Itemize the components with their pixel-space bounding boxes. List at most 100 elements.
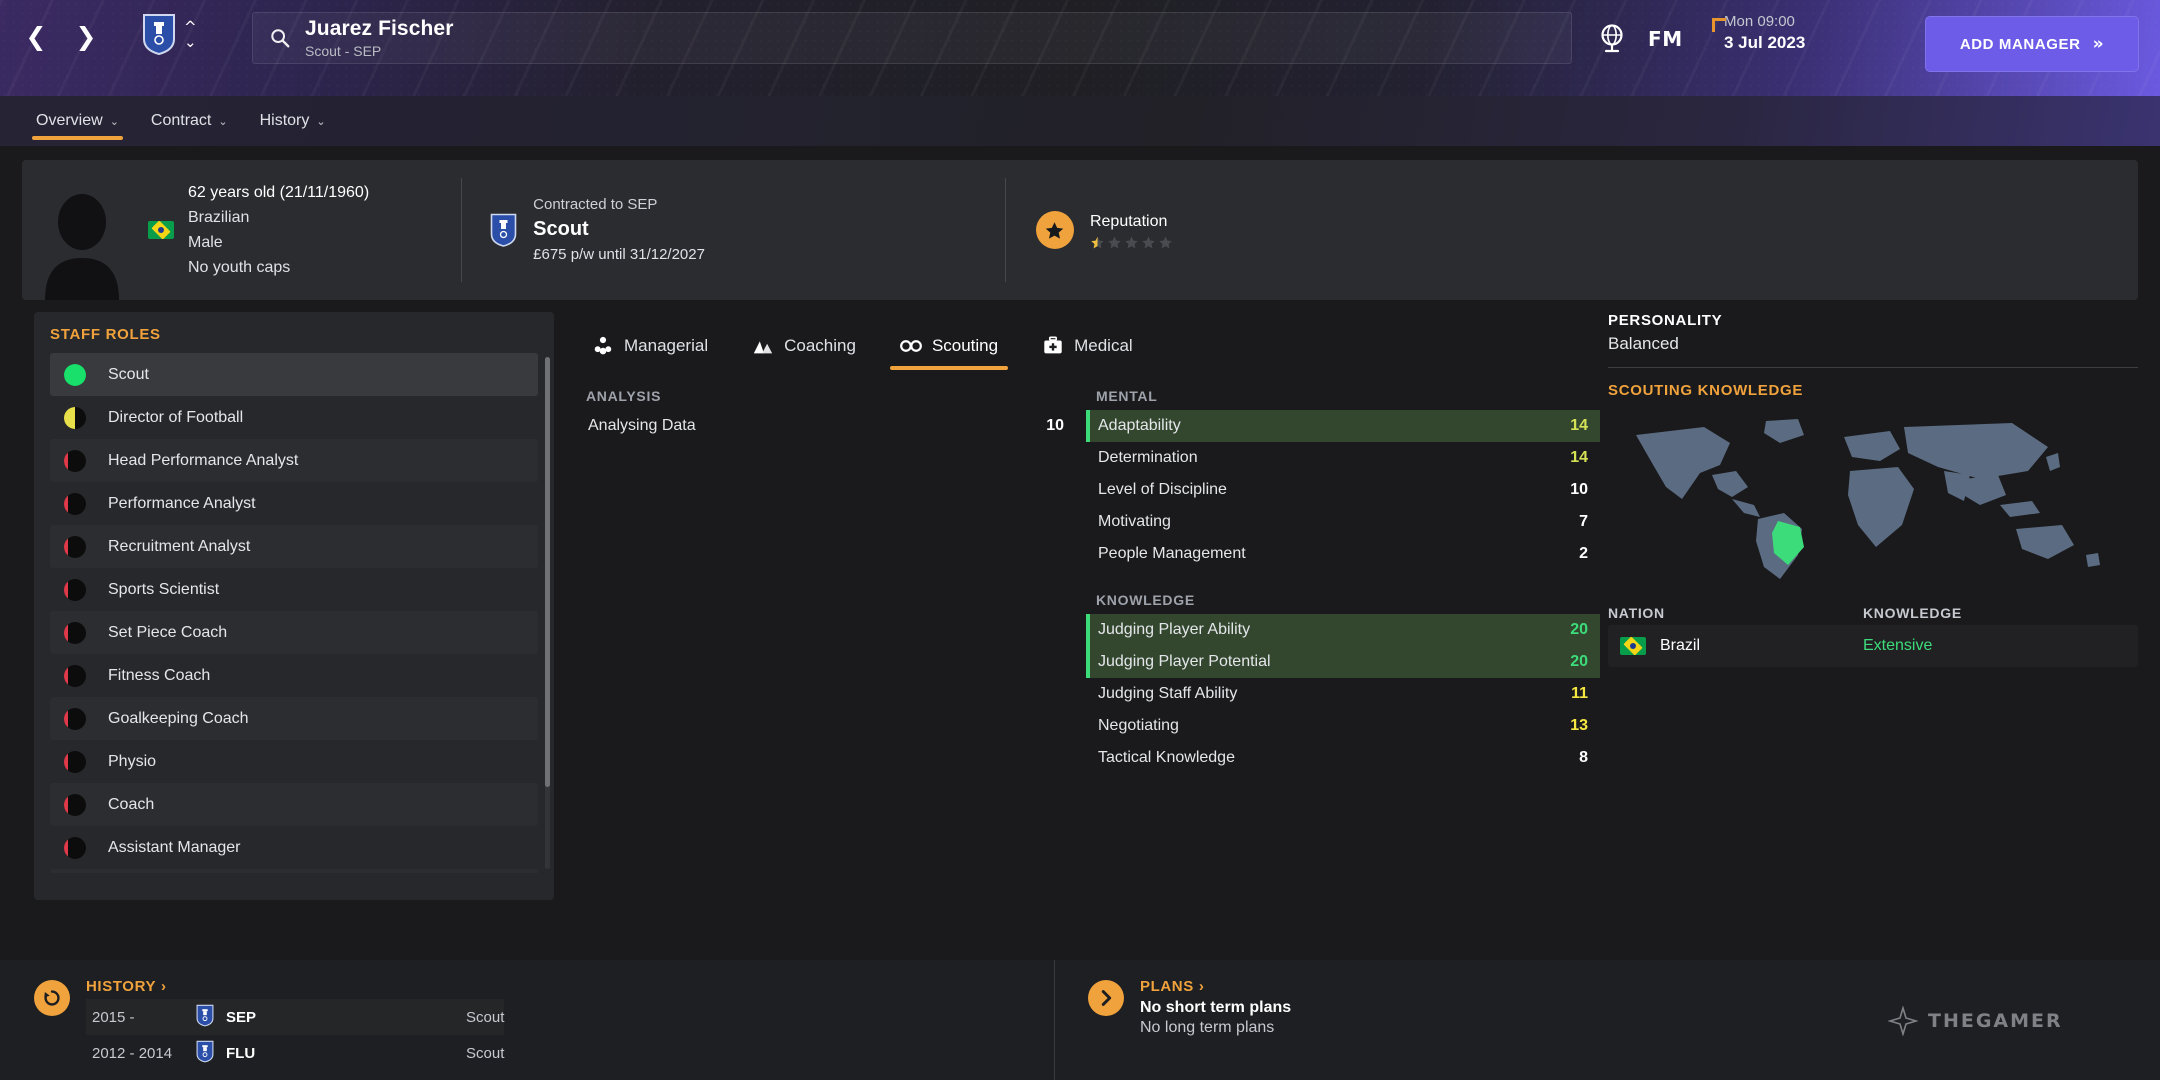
game-date: Mon 09:00 3 Jul 2023	[1710, 12, 1805, 54]
tab-managerial[interactable]: Managerial	[570, 322, 730, 370]
chevron-down-icon[interactable]: ⌄	[184, 34, 197, 49]
attribute-name: Negotiating	[1098, 717, 1179, 734]
profile-summary-bar: 62 years old (21/11/1960) Brazilian Male…	[22, 160, 2138, 300]
staff-role-item-set-piece-coach[interactable]: Set Piece Coach	[50, 611, 538, 654]
reputation-star	[1142, 236, 1155, 248]
scrollbar-thumb[interactable]	[545, 357, 550, 787]
role-suitability-indicator	[64, 621, 86, 644]
attribute-row[interactable]: Level of Discipline 10	[1086, 474, 1600, 506]
brazil-flag-icon	[1620, 637, 1646, 655]
tab-coaching[interactable]: Coaching	[730, 322, 878, 370]
person-subtitle: Scout - SEP	[305, 42, 382, 59]
attribute-row[interactable]: Motivating 7	[1086, 506, 1600, 538]
personality-and-scouting-panel: PERSONALITY Balanced SCOUTING KNOWLEDGE	[1608, 312, 2138, 667]
staff-role-item-performance-analyst[interactable]: Performance Analyst	[50, 482, 538, 525]
history-title[interactable]: HISTORY ›	[86, 978, 504, 995]
attribute-row[interactable]: Adaptability 14	[1086, 410, 1600, 442]
staff-role-label: Scout	[108, 365, 149, 383]
role-suitability-indicator	[64, 363, 86, 386]
staff-role-item-scout[interactable]: Scout	[50, 353, 538, 396]
add-manager-button[interactable]: ADD MANAGER »	[1925, 16, 2139, 72]
staff-role-item-fitness-coach[interactable]: Fitness Coach	[50, 654, 538, 697]
age-line: 62 years old (21/11/1960)	[188, 184, 370, 201]
staff-role-label: Performance Analyst	[108, 494, 256, 512]
tab-contract[interactable]: Contract ⌄	[137, 96, 242, 146]
chevron-down-icon: ⌄	[218, 114, 228, 128]
attribute-value: 11	[1571, 685, 1588, 702]
attribute-row[interactable]: Tactical Knowledge 8	[1086, 742, 1600, 774]
date-corner-marker	[1712, 18, 1726, 32]
attribute-value: 7	[1579, 513, 1588, 530]
attribute-group-header: KNOWLEDGE	[1096, 592, 1195, 608]
staff-role-label: Assistant Manager	[108, 838, 241, 856]
role-suitability-indicator	[64, 578, 86, 601]
staff-roles-header: STAFF ROLES	[50, 326, 161, 343]
staff-role-label: Goalkeeping Coach	[108, 709, 249, 727]
managerial-icon	[594, 336, 612, 355]
caps-line: No youth caps	[188, 259, 291, 276]
forward-button[interactable]: ❯	[64, 14, 108, 58]
chevron-down-icon: ⌄	[316, 114, 326, 128]
person-name: Juarez Fischer	[305, 16, 454, 40]
nation-name: Brazil	[1660, 637, 1701, 654]
game-day: 3 Jul 2023	[1724, 33, 1806, 52]
back-button[interactable]: ❮	[14, 14, 58, 58]
attribute-row[interactable]: People Management 2	[1086, 538, 1600, 570]
staff-role-item-assistant-manager[interactable]: Assistant Manager	[50, 826, 538, 869]
attribute-row[interactable]: Judging Staff Ability 11	[1086, 678, 1600, 710]
attribute-row[interactable]: Judging Player Ability 20	[1086, 614, 1600, 646]
scrollbar-track[interactable]	[545, 357, 550, 869]
staff-role-item-manager[interactable]: Manager	[50, 869, 538, 873]
tab-history[interactable]: History ⌄	[246, 96, 340, 146]
staff-role-item-director-of-football[interactable]: Director of Football	[50, 396, 538, 439]
contracted-to: Contracted to SEP	[533, 196, 658, 213]
staff-roles-list: Scout Director of Football Head Performanc…	[34, 353, 554, 873]
club-spinner[interactable]: ^ ⌄	[184, 12, 197, 56]
staff-role-item-goalkeeping-coach[interactable]: Goalkeeping Coach	[50, 697, 538, 740]
divider	[1608, 367, 2138, 368]
attribute-value: 14	[1570, 417, 1588, 434]
staff-role-item-recruitment-analyst[interactable]: Recruitment Analyst	[50, 525, 538, 568]
attribute-row[interactable]: Judging Player Potential 20	[1086, 646, 1600, 678]
world-map	[1608, 413, 2138, 583]
staff-role-item-sports-scientist[interactable]: Sports Scientist	[50, 568, 538, 611]
nation-knowledge-level: Extensive	[1863, 637, 1933, 654]
search-bar[interactable]: Juarez Fischer Scout - SEP	[252, 12, 1572, 64]
history-rows: 2015 - SEP Scout 2012 - 2014 FLU Scout	[86, 999, 504, 1071]
role-suitability-indicator	[64, 535, 86, 558]
short-term-plans: No short term plans	[1140, 999, 1292, 1016]
binoculars-icon	[900, 340, 922, 352]
role-suitability-indicator	[64, 406, 86, 429]
attribute-row[interactable]: Analysing Data 10	[576, 410, 1076, 442]
plans-title[interactable]: PLANS ›	[1140, 978, 1291, 995]
game-time: Mon 09:00	[1724, 13, 1795, 30]
tab-overview[interactable]: Overview ⌄	[22, 96, 133, 146]
attributes-column-analysis: ANALYSIS Analysing Data 10	[576, 388, 1076, 442]
attribute-row[interactable]: Determination 14	[1086, 442, 1600, 474]
table-row[interactable]: Brazil Extensive	[1608, 625, 2138, 667]
attribute-name: Determination	[1098, 449, 1198, 466]
staff-role-item-physio[interactable]: Physio	[50, 740, 538, 783]
staff-role-item-coach[interactable]: Coach	[50, 783, 538, 826]
reputation-star	[1159, 236, 1172, 248]
tab-medical[interactable]: Medical	[1020, 322, 1155, 370]
role-suitability-indicator	[64, 793, 86, 816]
history-row[interactable]: 2012 - 2014 FLU Scout	[86, 1035, 504, 1071]
personality-value: Balanced	[1608, 334, 1679, 353]
attribute-name: Analysing Data	[588, 417, 696, 434]
tab-scouting[interactable]: Scouting	[878, 322, 1020, 370]
club-selector[interactable]: ^ ⌄	[142, 12, 197, 56]
coaching-icon	[753, 341, 773, 354]
history-role: Scout	[466, 1044, 505, 1062]
history-row[interactable]: 2015 - SEP Scout	[86, 999, 504, 1035]
tab-contract-label: Contract	[150, 112, 212, 129]
attribute-value: 2	[1579, 545, 1588, 562]
attribute-value: 10	[1046, 417, 1064, 434]
globe-icon[interactable]	[1594, 20, 1630, 56]
attribute-row[interactable]: Negotiating 13	[1086, 710, 1600, 742]
attribute-name: Tactical Knowledge	[1098, 749, 1235, 766]
staff-role-item-head-performance-analyst[interactable]: Head Performance Analyst	[50, 439, 538, 482]
contract-details: Contracted to SEP Scout £675 p/w until 3…	[462, 160, 705, 300]
chevron-up-icon[interactable]: ^	[184, 19, 197, 34]
staff-role-label: Fitness Coach	[108, 666, 211, 684]
